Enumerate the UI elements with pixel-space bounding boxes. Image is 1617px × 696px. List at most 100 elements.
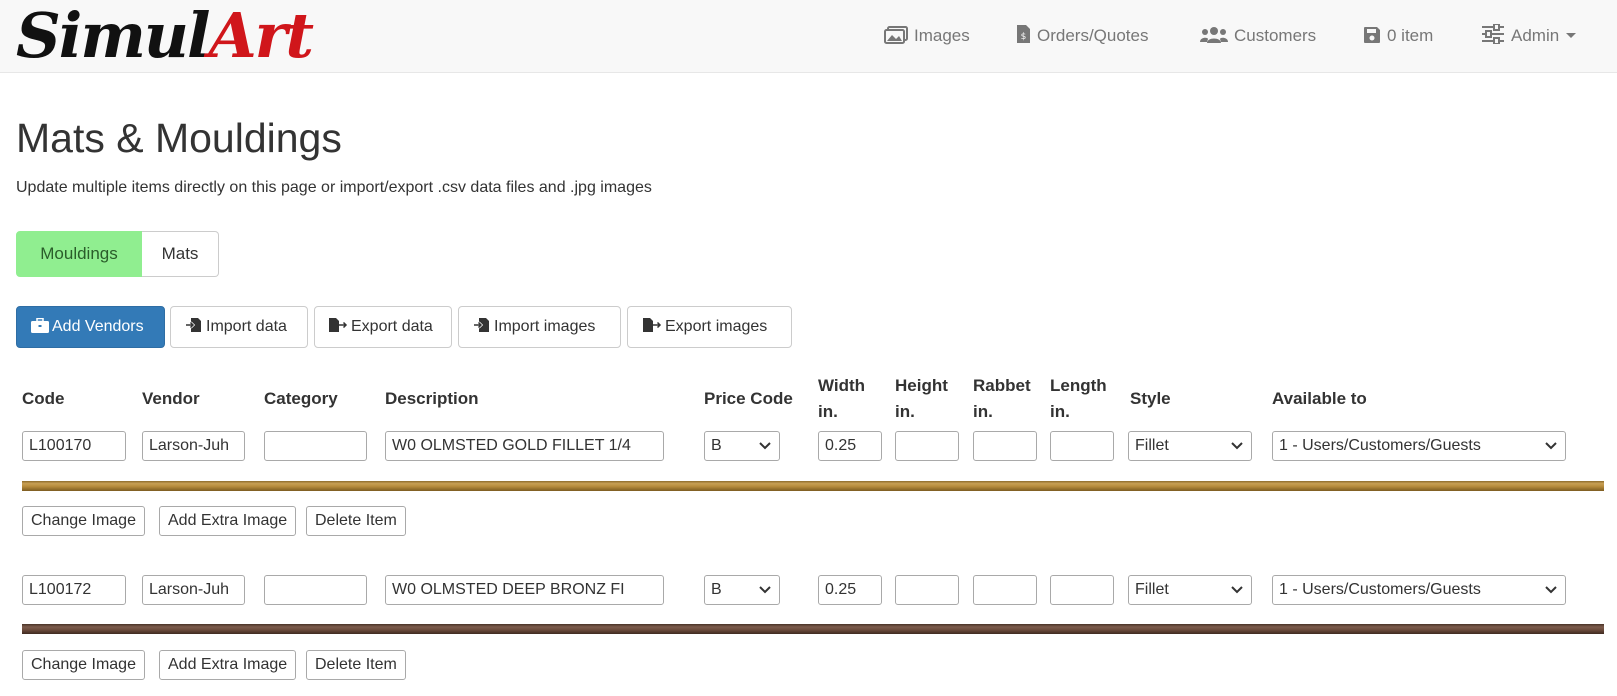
- toggle-mouldings[interactable]: Mouldings: [16, 231, 142, 277]
- rabbet-input[interactable]: [973, 575, 1037, 605]
- length-input[interactable]: [1050, 431, 1114, 461]
- sliders-icon: [1482, 23, 1504, 45]
- column-header-category: Category: [264, 389, 338, 408]
- nav-orders-label: Orders/Quotes: [1037, 26, 1149, 45]
- save-icon: [1364, 27, 1380, 43]
- column-header-available: Available to: [1272, 389, 1367, 408]
- file-import-icon: [474, 318, 489, 332]
- price-code-value: B: [711, 581, 722, 598]
- category-input[interactable]: [264, 431, 367, 461]
- style-select[interactable]: Fillet: [1128, 575, 1252, 605]
- style-value: Fillet: [1135, 437, 1169, 454]
- change-image-button[interactable]: Change Image: [22, 506, 145, 536]
- caret-down-icon: [1566, 33, 1577, 38]
- nav-admin-label: Admin: [1511, 26, 1560, 45]
- column-header-description: Description: [385, 389, 479, 408]
- available-select[interactable]: 1 - Users/Customers/Guests: [1272, 575, 1566, 605]
- description-input[interactable]: W0 OLMSTED GOLD FILLET 1/4: [385, 431, 664, 461]
- import-data-label: Import data: [206, 318, 287, 335]
- add-extra-image-button[interactable]: Add Extra Image: [159, 650, 297, 680]
- height-label: Height: [895, 376, 948, 395]
- rabbet-unit: in.: [973, 402, 993, 421]
- code-input[interactable]: L100170: [22, 431, 126, 461]
- change-image-button[interactable]: Change Image: [22, 650, 145, 680]
- height-unit: in.: [895, 402, 915, 421]
- file-export-icon: [329, 318, 348, 332]
- toggle-mats[interactable]: Mats: [142, 231, 219, 277]
- width-unit: in.: [818, 402, 838, 421]
- export-data-label: Export data: [351, 318, 433, 335]
- briefcase-icon: [31, 317, 49, 333]
- nav-admin[interactable]: Admin: [1481, 22, 1577, 50]
- rabbet-input[interactable]: [973, 431, 1037, 461]
- price-code-value: B: [711, 437, 722, 454]
- available-select[interactable]: 1 - Users/Customers/Guests: [1272, 431, 1566, 461]
- file-export-icon: [643, 318, 662, 332]
- page-title: Mats & Mouldings: [16, 115, 342, 161]
- vendor-input[interactable]: Larson-Juh: [142, 431, 245, 461]
- code-input[interactable]: L100172: [22, 575, 126, 605]
- nav-images[interactable]: Images: [884, 22, 970, 50]
- chevron-down-icon: [1545, 586, 1557, 594]
- delete-item-button[interactable]: Delete Item: [306, 506, 406, 536]
- description-input[interactable]: W0 OLMSTED DEEP BRONZ FI: [385, 575, 664, 605]
- svg-text:$: $: [1021, 32, 1027, 42]
- column-header-length: Length in.: [1050, 373, 1107, 425]
- brand-part-1: Simul: [16, 0, 211, 72]
- brand-logo[interactable]: SimulArt: [16, 0, 314, 72]
- vendor-input[interactable]: Larson-Juh: [142, 575, 245, 605]
- export-data-button[interactable]: Export data: [314, 306, 452, 348]
- chevron-down-icon: [759, 586, 771, 594]
- height-input[interactable]: [895, 575, 959, 605]
- navbar: SimulArt Images $ Orders/Quotes Customers…: [0, 0, 1617, 73]
- type-toggle-group: Mouldings Mats: [16, 231, 219, 277]
- brand-part-2: Art: [208, 0, 314, 72]
- nav-orders-quotes[interactable]: $ Orders/Quotes: [1016, 22, 1149, 50]
- chevron-down-icon: [1231, 586, 1243, 594]
- export-images-button[interactable]: Export images: [627, 306, 792, 348]
- column-header-price-code: Price Code: [704, 389, 793, 408]
- chevron-down-icon: [1545, 442, 1557, 450]
- width-label: Width: [818, 376, 866, 395]
- page-subtitle: Update multiple items directly on this p…: [16, 179, 652, 196]
- nav-cart[interactable]: 0 item: [1363, 22, 1433, 50]
- column-header-height: Height in.: [895, 373, 948, 425]
- available-value: 1 - Users/Customers/Guests: [1279, 437, 1481, 454]
- style-select[interactable]: Fillet: [1128, 431, 1252, 461]
- delete-item-button[interactable]: Delete Item: [306, 650, 406, 680]
- price-code-select[interactable]: B: [704, 431, 780, 461]
- width-input[interactable]: 0.25: [818, 575, 882, 605]
- nav-cart-label: 0 item: [1387, 26, 1434, 45]
- column-header-style: Style: [1130, 389, 1171, 408]
- moulding-image: [22, 481, 1604, 491]
- column-header-vendor: Vendor: [142, 389, 200, 408]
- column-header-rabbet: Rabbet in.: [973, 373, 1031, 425]
- nav-customers-label: Customers: [1234, 26, 1317, 45]
- length-label: Length: [1050, 376, 1107, 395]
- images-icon: [884, 26, 908, 44]
- length-unit: in.: [1050, 402, 1070, 421]
- file-import-icon: [186, 318, 201, 332]
- available-value: 1 - Users/Customers/Guests: [1279, 581, 1481, 598]
- add-vendors-label: Add Vendors: [52, 318, 144, 335]
- add-vendors-button[interactable]: Add Vendors: [16, 306, 165, 348]
- style-value: Fillet: [1135, 581, 1169, 598]
- price-code-select[interactable]: B: [704, 575, 780, 605]
- export-images-label: Export images: [665, 318, 768, 335]
- category-input[interactable]: [264, 575, 367, 605]
- invoice-icon: $: [1017, 25, 1030, 43]
- height-input[interactable]: [895, 431, 959, 461]
- users-icon: [1200, 27, 1228, 43]
- chevron-down-icon: [759, 442, 771, 450]
- width-input[interactable]: 0.25: [818, 431, 882, 461]
- import-data-button[interactable]: Import data: [170, 306, 308, 348]
- rabbet-label: Rabbet: [973, 376, 1031, 395]
- column-header-width: Width in.: [818, 373, 865, 425]
- chevron-down-icon: [1231, 442, 1243, 450]
- column-header-code: Code: [22, 389, 65, 408]
- nav-customers[interactable]: Customers: [1200, 22, 1316, 50]
- length-input[interactable]: [1050, 575, 1114, 605]
- import-images-label: Import images: [494, 318, 596, 335]
- add-extra-image-button[interactable]: Add Extra Image: [159, 506, 297, 536]
- import-images-button[interactable]: Import images: [458, 306, 621, 348]
